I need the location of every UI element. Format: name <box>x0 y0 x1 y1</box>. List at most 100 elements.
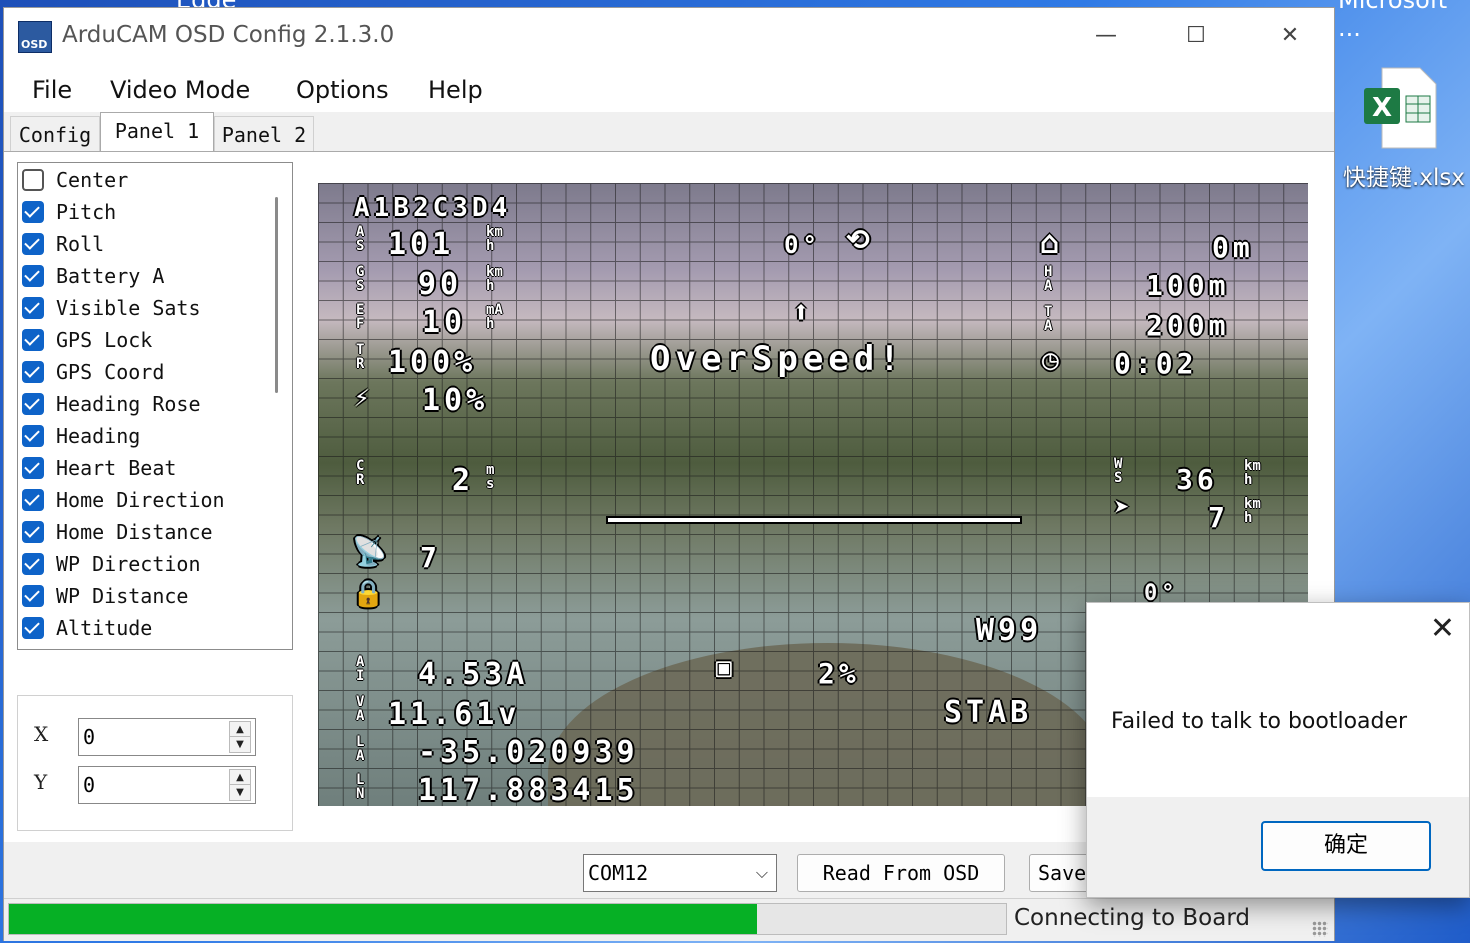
osd-groundspeed-value[interactable]: 90 <box>418 267 462 302</box>
osd-pitch-value[interactable]: 0° <box>784 231 821 259</box>
osd-battery-current[interactable]: 4.53A <box>418 657 528 692</box>
excel-file-icon[interactable]: X <box>1362 66 1438 150</box>
checklist-item[interactable]: Roll <box>22 229 104 259</box>
x-position-value[interactable]: 0 <box>83 725 95 749</box>
osd-wind-speed[interactable]: 36 <box>1176 463 1218 496</box>
osd-battery-icon: ▣ <box>716 653 736 683</box>
checklist-item[interactable]: Center <box>22 165 128 195</box>
osd-wind-speed-2[interactable]: 7 <box>1208 501 1229 534</box>
osd-target-alt-label: T A <box>1044 304 1053 334</box>
osd-battery-percent[interactable]: 2% <box>818 657 860 690</box>
resize-grip-icon[interactable] <box>1312 921 1328 937</box>
com-port-value[interactable]: COM12 <box>588 861 648 885</box>
osd-timer-icon: ◷ <box>1042 343 1063 376</box>
osd-current-value[interactable]: 10% <box>422 383 488 418</box>
osd-timer-value[interactable]: 0:02 <box>1114 347 1197 380</box>
desktop-fragment-right: Microsoft ... <box>1338 0 1448 42</box>
osd-wp-distance[interactable]: W99 <box>976 613 1042 648</box>
checklist-item[interactable]: Heart Beat <box>22 453 176 483</box>
checklist-item[interactable]: Heading Rose <box>22 389 201 419</box>
checkbox-checked-icon[interactable] <box>22 233 44 255</box>
checkbox-checked-icon[interactable] <box>22 361 44 383</box>
checkbox-checked-icon[interactable] <box>22 329 44 351</box>
com-port-select[interactable]: COM12 ⌵ <box>583 854 777 892</box>
osd-throttle-value[interactable]: 100% <box>388 345 476 380</box>
close-button[interactable]: ✕ <box>1260 16 1320 56</box>
tab-config[interactable]: Config <box>10 116 100 153</box>
osd-lat-label: L A <box>356 734 365 764</box>
osd-home-alt-label: H A <box>1044 264 1053 294</box>
osd-lon-label: L N <box>356 772 365 802</box>
checklist-scrollbar[interactable] <box>275 197 278 393</box>
checkbox-checked-icon[interactable] <box>22 425 44 447</box>
checklist-item[interactable]: GPS Lock <box>22 325 152 355</box>
osd-efficiency-value[interactable]: 10 <box>422 305 466 340</box>
checklist-item[interactable]: Home Distance <box>22 517 213 547</box>
maximize-button[interactable]: ☐ <box>1166 16 1226 56</box>
checkbox-checked-icon[interactable] <box>22 457 44 479</box>
osd-voltage-value[interactable]: 11.61v <box>388 697 520 732</box>
menu-help[interactable]: Help <box>428 76 483 104</box>
checklist-item[interactable]: Altitude <box>22 613 152 643</box>
osd-sats-value[interactable]: 7 <box>420 541 441 574</box>
chevron-down-icon[interactable]: ⌵ <box>756 863 768 883</box>
checkbox-checked-icon[interactable] <box>22 489 44 511</box>
checklist-item[interactable]: GPS Coord <box>22 357 164 387</box>
checklist-item[interactable]: WP Distance <box>22 581 188 611</box>
x-down-arrow-icon[interactable]: ▼ <box>229 736 251 753</box>
osd-flight-mode[interactable]: STAB <box>944 695 1032 730</box>
y-position-spinner[interactable]: 0 ▲ ▼ <box>78 766 256 804</box>
checklist-item[interactable]: Visible Sats <box>22 293 201 323</box>
osd-wind-arrow-icon: ➤ <box>1114 493 1134 523</box>
progress-fill <box>9 904 757 934</box>
osd-home-alt-value[interactable]: 100m <box>1146 269 1229 302</box>
y-position-value[interactable]: 0 <box>83 773 95 797</box>
osd-longitude[interactable]: 117.883415 <box>418 773 639 806</box>
osd-callsign[interactable]: A1B2C3D4 <box>354 193 511 223</box>
osd-overspeed-warning[interactable]: OverSpeed! <box>650 339 905 379</box>
menu-video-mode[interactable]: Video Mode <box>110 76 250 104</box>
osd-home-distance[interactable]: 0m <box>1212 231 1254 264</box>
dialog-close-icon[interactable]: ✕ <box>1430 611 1455 646</box>
osd-target-alt-value[interactable]: 200m <box>1146 309 1229 342</box>
position-box: X 0 ▲ ▼ Y 0 ▲ ▼ <box>17 695 293 831</box>
minimize-button[interactable]: — <box>1076 16 1136 56</box>
checklist-item-label: Visible Sats <box>56 296 201 320</box>
checkbox-checked-icon[interactable] <box>22 265 44 287</box>
dialog-footer: 确定 <box>1087 797 1469 897</box>
checklist-item[interactable]: Battery A <box>22 261 164 291</box>
osd-climb-label: C R <box>356 458 365 488</box>
osd-latitude[interactable]: -35.020939 <box>418 735 639 770</box>
checklist-item[interactable]: WP Direction <box>22 549 201 579</box>
checkbox-checked-icon[interactable] <box>22 297 44 319</box>
x-position-spinner[interactable]: 0 ▲ ▼ <box>78 718 256 756</box>
checkbox-checked-icon[interactable] <box>22 617 44 639</box>
checklist-item[interactable]: Pitch <box>22 197 116 227</box>
checkbox-unchecked-icon[interactable] <box>22 169 44 191</box>
checkbox-checked-icon[interactable] <box>22 201 44 223</box>
osd-airspeed-value[interactable]: 101 <box>388 227 454 262</box>
x-label: X <box>34 722 49 746</box>
checkbox-checked-icon[interactable] <box>22 585 44 607</box>
connection-progress-bar <box>8 903 1007 935</box>
excel-file-label[interactable]: 快捷键.xlsx <box>1338 158 1470 192</box>
checkbox-checked-icon[interactable] <box>22 553 44 575</box>
read-from-osd-button[interactable]: Read From OSD <box>797 854 1005 892</box>
menu-file[interactable]: File <box>32 76 72 104</box>
checklist-item[interactable]: Heading <box>22 421 140 451</box>
status-text: Connecting to Board <box>1014 905 1250 931</box>
osd-wind-unit-2: km h <box>1244 496 1261 526</box>
tab-panel-1[interactable]: Panel 1 <box>100 112 214 153</box>
checklist-item-label: Heading Rose <box>56 392 201 416</box>
osd-climb-value[interactable]: 2 <box>452 463 474 498</box>
menu-options[interactable]: Options <box>296 76 389 104</box>
osd-horizon-line[interactable] <box>606 516 1022 524</box>
dialog-ok-button[interactable]: 确定 <box>1261 821 1431 871</box>
checklist-item[interactable]: Home Direction <box>22 485 225 515</box>
tab-panel-2[interactable]: Panel 2 <box>214 116 314 153</box>
checkbox-checked-icon[interactable] <box>22 521 44 543</box>
title-bar[interactable]: OSD ArduCAM OSD Config 2.1.3.0 — ☐ ✕ <box>4 8 1334 64</box>
osd-voltage-label: V A <box>356 694 365 724</box>
checkbox-checked-icon[interactable] <box>22 393 44 415</box>
y-down-arrow-icon[interactable]: ▼ <box>229 784 251 801</box>
